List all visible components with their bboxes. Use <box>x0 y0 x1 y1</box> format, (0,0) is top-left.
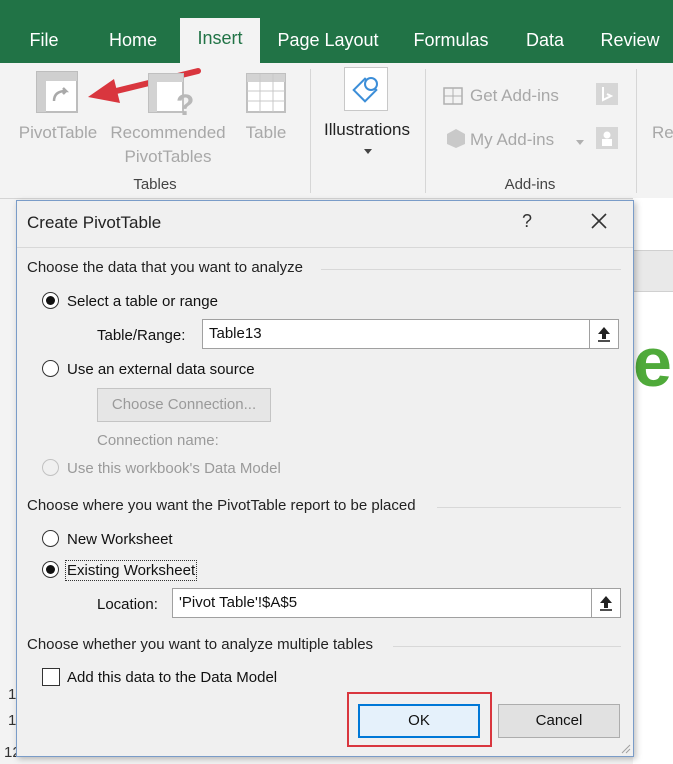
collapse-dialog-icon <box>598 327 610 342</box>
section-title-placement: Choose where you want the PivotTable rep… <box>27 497 416 514</box>
ok-button[interactable]: OK <box>358 704 480 738</box>
data-model-label[interactable]: Use this workbook's Data Model <box>67 460 281 477</box>
bing-icon[interactable] <box>596 83 618 105</box>
select-table-radio[interactable] <box>42 292 59 309</box>
section-divider <box>437 507 621 508</box>
section-divider <box>393 646 621 647</box>
add-data-model-label[interactable]: Add this data to the Data Model <box>67 669 277 686</box>
tab-review[interactable]: Review <box>594 20 666 63</box>
ribbon-tab-bar: File Home Insert Page Layout Formulas Da… <box>0 0 673 63</box>
addins-group-label: Add-ins <box>504 176 556 193</box>
my-addins-icon[interactable] <box>445 127 467 149</box>
partial-ribbon-command[interactable]: Re <box>652 123 673 143</box>
existing-worksheet-radio[interactable] <box>42 561 59 578</box>
my-addins-button[interactable]: My Add-ins <box>470 130 554 150</box>
location-collapse-button[interactable] <box>591 588 621 618</box>
external-source-label[interactable]: Use an external data source <box>67 361 255 378</box>
close-icon[interactable] <box>587 209 611 233</box>
store-icon[interactable] <box>443 83 465 105</box>
dialog-title: Create PivotTable <box>27 213 162 232</box>
connection-name-label: Connection name: <box>97 432 219 449</box>
section-divider <box>321 269 621 270</box>
illustrations-icon[interactable] <box>344 67 388 111</box>
illustrations-label[interactable]: Illustrations <box>312 118 422 142</box>
chevron-down-icon[interactable] <box>364 149 372 155</box>
group-separator <box>425 69 426 193</box>
column-header <box>633 250 673 292</box>
section-divider <box>17 247 633 248</box>
svg-text:?: ? <box>176 89 194 117</box>
tab-insert[interactable]: Insert <box>180 18 260 63</box>
choose-connection-button[interactable]: Choose Connection... <box>97 388 271 422</box>
tab-formulas[interactable]: Formulas <box>406 20 496 63</box>
help-button[interactable]: ? <box>522 211 532 232</box>
group-separator <box>310 69 311 193</box>
table-icon[interactable] <box>246 73 288 115</box>
new-worksheet-radio[interactable] <box>42 530 59 547</box>
worksheet-logo-fragment: e <box>633 323 672 401</box>
tab-file[interactable]: File <box>18 20 70 63</box>
table-range-input[interactable]: Table13 <box>202 319 590 349</box>
location-input[interactable]: 'Pivot Table'!$A$5 <box>172 588 592 618</box>
data-model-radio[interactable] <box>42 459 59 476</box>
add-data-model-checkbox[interactable] <box>42 668 60 686</box>
pivot-table-label[interactable]: PivotTable <box>12 121 104 145</box>
collapse-dialog-icon <box>600 596 612 611</box>
table-range-collapse-button[interactable] <box>589 319 619 349</box>
existing-worksheet-label[interactable]: Existing Worksheet <box>64 560 198 581</box>
recommended-pivot-icon[interactable]: ? <box>148 73 194 117</box>
resize-grip-icon[interactable] <box>619 742 631 754</box>
pivot-table-icon[interactable] <box>36 71 78 113</box>
tab-data[interactable]: Data <box>518 20 572 63</box>
section-title-data: Choose the data that you want to analyze <box>27 259 304 276</box>
ribbon-insert-panel: PivotTable ? Recommended PivotTables Tab… <box>0 63 673 199</box>
location-label: Location: <box>97 596 158 613</box>
table-label[interactable]: Table <box>236 121 296 145</box>
people-graph-icon[interactable] <box>596 127 618 149</box>
tables-group-label: Tables <box>133 176 177 193</box>
tab-page-layout[interactable]: Page Layout <box>272 20 384 63</box>
new-worksheet-label[interactable]: New Worksheet <box>67 531 173 548</box>
cancel-button[interactable]: Cancel <box>498 704 620 738</box>
get-addins-button[interactable]: Get Add-ins <box>470 86 559 106</box>
external-source-radio[interactable] <box>42 360 59 377</box>
group-separator <box>636 69 637 193</box>
select-table-label[interactable]: Select a table or range <box>67 293 218 310</box>
recommended-pivot-label-2[interactable]: PivotTables <box>102 145 234 169</box>
table-range-label: Table/Range: <box>97 327 186 344</box>
tab-home[interactable]: Home <box>100 20 166 63</box>
recommended-pivot-label-1[interactable]: Recommended <box>102 121 234 145</box>
create-pivottable-dialog: Create PivotTable ? Choose the data that… <box>16 200 634 757</box>
section-title-multiple-tables: Choose whether you want to analyze multi… <box>27 636 374 653</box>
chevron-down-icon[interactable] <box>576 140 584 146</box>
